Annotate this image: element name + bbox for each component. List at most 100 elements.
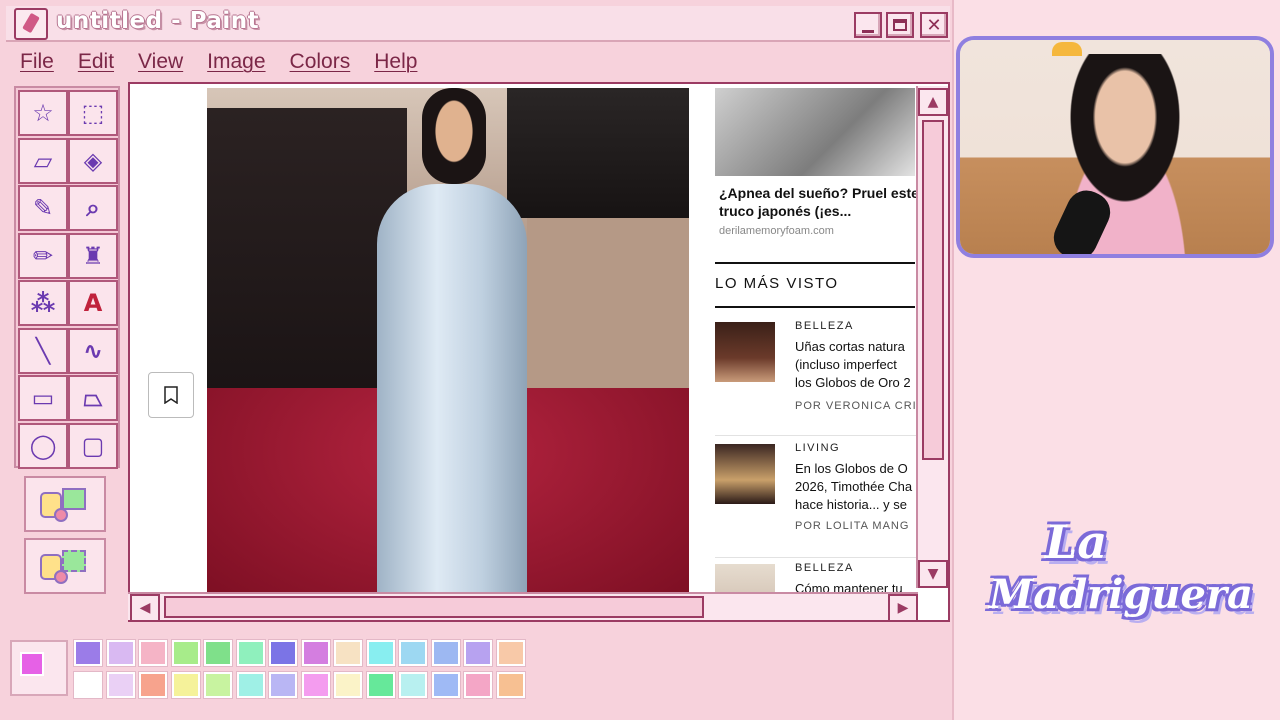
text-tool[interactable]: A	[68, 280, 118, 326]
minimize-icon	[862, 29, 874, 33]
color-swatch[interactable]	[106, 672, 135, 698]
text-icon: A	[83, 289, 103, 317]
ellipse-icon: ◯	[29, 431, 57, 460]
rounded-rect-tool[interactable]: ▢	[68, 422, 118, 469]
ad-title[interactable]: ¿Apnea del sueño? Pruel este truco japon…	[719, 184, 916, 220]
color-swatch[interactable]	[301, 672, 330, 698]
color-swatch[interactable]	[301, 640, 330, 666]
color-swatch[interactable]	[431, 672, 460, 698]
color-swatch[interactable]	[334, 672, 362, 698]
article-byline: POR VERONICA CRIS	[795, 400, 916, 412]
rounded-rect-icon: ▢	[81, 431, 105, 460]
line-tool[interactable]: ╲	[18, 327, 68, 374]
magnifier-tool[interactable]: ⌕	[68, 185, 118, 231]
eyedropper-icon: ✎	[32, 194, 54, 222]
scroll-left-icon[interactable]: ◀	[130, 594, 160, 622]
fill-tool[interactable]: ◈	[68, 137, 118, 184]
rectangle-tool[interactable]: ▭	[18, 375, 68, 421]
polygon-tool[interactable]: ⏢	[68, 375, 118, 421]
channel-logo: La Madriguera	[985, 515, 1253, 685]
color-swatch[interactable]	[139, 672, 167, 698]
color-swatch[interactable]	[496, 640, 525, 666]
magnifier-icon: ⌕	[86, 194, 100, 222]
polygon-icon: ⏢	[83, 384, 103, 412]
line-icon: ╲	[35, 336, 51, 365]
horizontal-scroll-thumb[interactable]	[164, 596, 704, 618]
color-swatch[interactable]	[464, 672, 492, 698]
color-swatch[interactable]	[431, 640, 460, 666]
article-item[interactable]: LIVING En los Globos de O 2026, Timothée…	[715, 438, 916, 558]
close-icon: ✕	[926, 14, 942, 36]
paint-app-icon	[14, 8, 48, 40]
vertical-scrollbar[interactable]: ▲ ▼	[916, 86, 948, 588]
horizontal-scrollbar[interactable]: ◀ ▶	[128, 592, 918, 622]
menu-view[interactable]: View	[138, 50, 183, 74]
menu-edit[interactable]: Edit	[78, 50, 114, 74]
color-swatch[interactable]	[496, 672, 525, 698]
article-headline[interactable]: Cómo mantener tu	[795, 580, 916, 592]
color-swatch[interactable]	[269, 672, 297, 698]
color-swatch[interactable]	[366, 640, 395, 666]
color-swatch[interactable]	[106, 640, 135, 666]
airbrush-tool[interactable]: ⁂	[18, 280, 68, 326]
curve-icon: ∿	[82, 336, 104, 365]
color-swatch[interactable]	[171, 672, 200, 698]
article-headline[interactable]: En los Globos de O 2026, Timothée Cha ha…	[795, 460, 916, 514]
vertical-scroll-thumb[interactable]	[922, 120, 944, 460]
article-headline[interactable]: Uñas cortas natura (incluso imperfect lo…	[795, 338, 916, 392]
color-swatch[interactable]	[269, 640, 297, 666]
toolbox: ☆ ⬚ ▱ ◈ ✎ ⌕ ✏ ♜ ⁂ A ╲ ∿ ▭ ⏢ ◯ ▢	[14, 86, 120, 469]
logo-line-1: La	[1045, 515, 1108, 569]
color-swatch[interactable]	[399, 672, 427, 698]
color-swatch[interactable]	[236, 672, 265, 698]
color-swatch[interactable]	[204, 672, 232, 698]
maximize-button[interactable]	[886, 12, 914, 38]
color-swatch[interactable]	[366, 672, 395, 698]
free-select-tool[interactable]: ☆	[18, 90, 68, 136]
color-swatch[interactable]	[334, 640, 362, 666]
logo-line-2: Madriguera	[989, 571, 1253, 618]
article-item[interactable]: BELLEZA Cómo mantener tu	[715, 558, 916, 592]
menu-help[interactable]: Help	[374, 50, 417, 74]
article-thumbnail	[715, 322, 775, 382]
rect-select-tool[interactable]: ⬚	[68, 90, 118, 136]
current-colors[interactable]	[10, 640, 68, 696]
menu-file[interactable]: File	[20, 50, 54, 74]
minimize-button[interactable]	[854, 12, 882, 38]
ad-image[interactable]	[715, 88, 915, 176]
curve-tool[interactable]: ∿	[68, 327, 118, 374]
pencil-tool[interactable]: ✏	[18, 232, 68, 279]
close-button[interactable]: ✕	[920, 12, 948, 38]
color-swatch[interactable]	[171, 640, 200, 666]
star-select-icon: ☆	[32, 99, 54, 127]
color-swatch[interactable]	[74, 672, 102, 698]
menu-bar: File Edit View Image Colors Help	[6, 44, 950, 80]
scroll-up-icon[interactable]: ▲	[918, 88, 948, 116]
article-byline: POR LOLITA MANG	[795, 520, 910, 532]
color-swatch[interactable]	[139, 640, 167, 666]
scroll-down-icon[interactable]: ▼	[918, 560, 948, 588]
bookmark-button[interactable]	[148, 372, 194, 418]
menu-colors[interactable]: Colors	[290, 50, 351, 74]
color-picker-tool[interactable]: ✎	[18, 185, 68, 231]
ad-source: derilamemoryfoam.com	[719, 225, 834, 237]
window-title: untitled - Paint	[56, 8, 260, 34]
brush-tool[interactable]: ♜	[68, 232, 118, 279]
shapes-icon	[36, 484, 94, 524]
article-thumbnail	[715, 444, 775, 504]
eraser-tool[interactable]: ▱	[18, 137, 68, 184]
canvas-image: ¿Apnea del sueño? Pruel este truco japon…	[130, 84, 916, 592]
divider	[715, 262, 915, 264]
color-swatch[interactable]	[236, 640, 265, 666]
article-item[interactable]: BELLEZA Uñas cortas natura (incluso impe…	[715, 316, 916, 436]
menu-image[interactable]: Image	[207, 50, 265, 74]
color-swatch[interactable]	[464, 640, 492, 666]
scroll-right-icon[interactable]: ▶	[888, 594, 918, 622]
color-swatch[interactable]	[74, 640, 102, 666]
ellipse-tool[interactable]: ◯	[18, 422, 68, 469]
brush-icon: ♜	[82, 241, 104, 270]
color-swatch[interactable]	[399, 640, 427, 666]
draw-transparent-option[interactable]	[24, 538, 106, 594]
draw-opaque-option[interactable]	[24, 476, 106, 532]
color-swatch[interactable]	[204, 640, 232, 666]
